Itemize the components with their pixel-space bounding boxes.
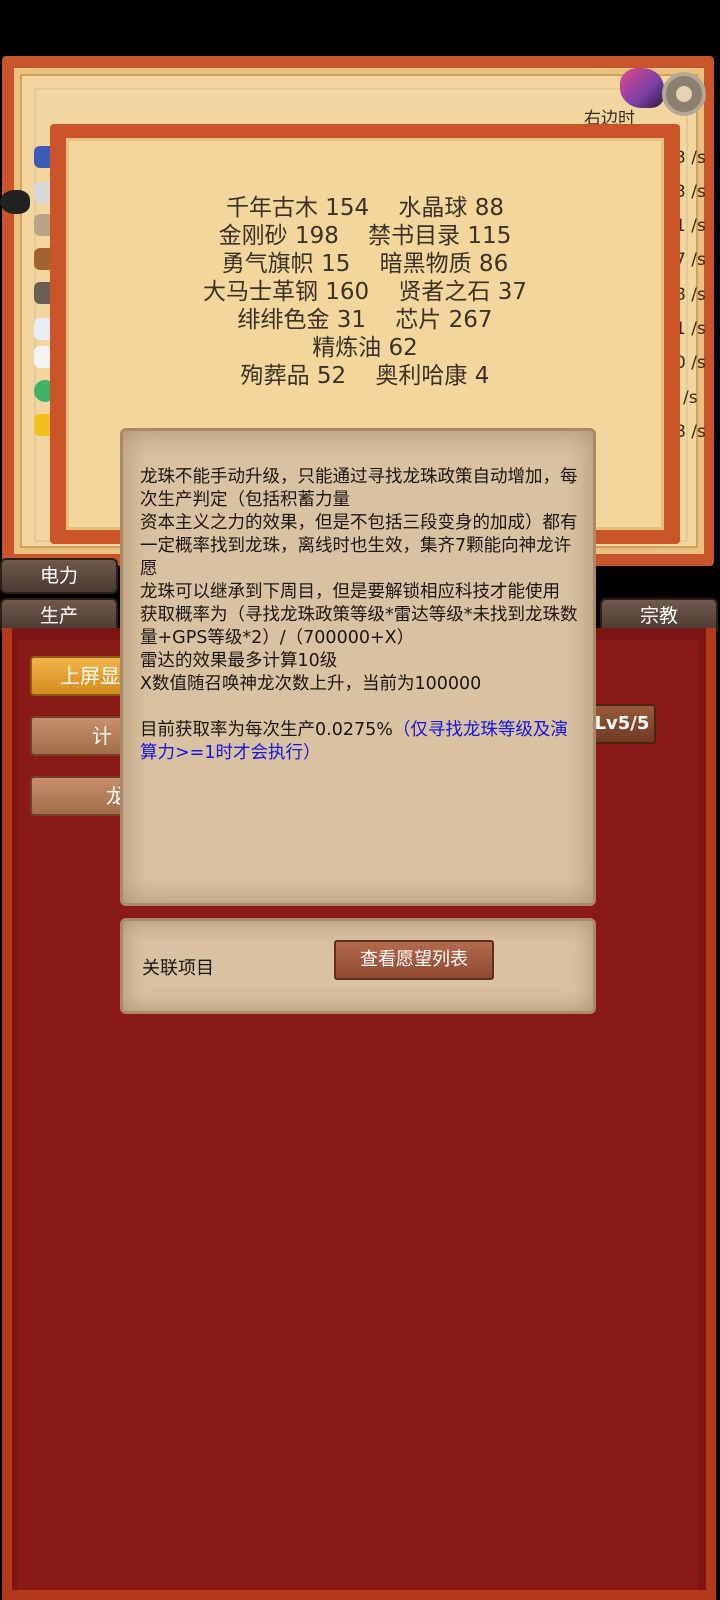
resource-line: 金刚砂 198 禁书目录 115 (218, 223, 512, 249)
resource-line: 千年古木 154 水晶球 88 (225, 195, 505, 221)
resource-line: 绯绯色金 31 芯片 267 (237, 307, 493, 333)
tooltip-paragraph: 雷达的效果最多计算10级 (140, 651, 338, 671)
resource-line: 精炼油 62 (312, 335, 418, 361)
tooltip-paragraph: X数值随召唤神龙次数上升，当前为100000 (140, 674, 482, 694)
top-display-label: 上屏显 (60, 664, 120, 688)
tooltip-paragraph: 龙珠可以继承到下周目，但是要解锁相应科技才能使用 (140, 582, 560, 602)
resource-line: 勇气旗帜 15 暗黑物质 86 (221, 251, 509, 277)
current-rate-value: 目前获取率为每次生产0.0275% (140, 720, 393, 740)
avatar-icon[interactable] (620, 68, 664, 108)
resource-line: 殉葬品 52 奥利哈康 4 (240, 363, 490, 389)
tooltip-paragraph: 龙珠不能手动升级，只能通过寻找龙珠政策自动增加，每次生产判定（包括积蓄力量 (140, 467, 578, 510)
rate-value: /s (683, 388, 698, 408)
calc-label: 计 (92, 724, 112, 748)
current-rate-text: 目前获取率为每次生产0.0275%（仅寻找龙珠等级及演算力>=1时才会执行） (140, 719, 582, 765)
calc-button[interactable]: 计 (30, 716, 130, 756)
gear-icon[interactable] (662, 72, 706, 116)
tooltip-paragraph: 获取概率为（寻找龙珠政策等级*雷达等级*未找到龙珠数量+GPS等级*2）/（70… (140, 605, 578, 648)
top-display-button[interactable]: 上屏显 (30, 656, 130, 696)
resource-summary-list: 千年古木 154 水晶球 88 金刚砂 198 禁书目录 115 勇气旗帜 15… (66, 194, 664, 390)
tooltip-text: 龙珠不能手动升级，只能通过寻找龙珠政策自动增加，每次生产判定（包括积蓄力量 资本… (140, 466, 582, 765)
bird-icon (0, 190, 30, 214)
related-items-label: 关联项目 (142, 958, 214, 979)
status-bar (0, 0, 720, 56)
tooltip-spacer (140, 696, 582, 719)
level-badge: Lv5/5 (588, 704, 656, 744)
view-wishlist-button[interactable]: 查看愿望列表 (334, 940, 494, 980)
resource-line: 大马士革钢 160 贤者之石 37 (202, 279, 528, 305)
tooltip-paragraph: 资本主义之力的效果，但是不包括三段变身的加成）都有一定概率找到龙珠，离线时也生效… (140, 513, 578, 579)
dragon-ball-button[interactable]: 龙 (30, 776, 130, 816)
power-tab-button[interactable]: 电力 (0, 558, 118, 594)
